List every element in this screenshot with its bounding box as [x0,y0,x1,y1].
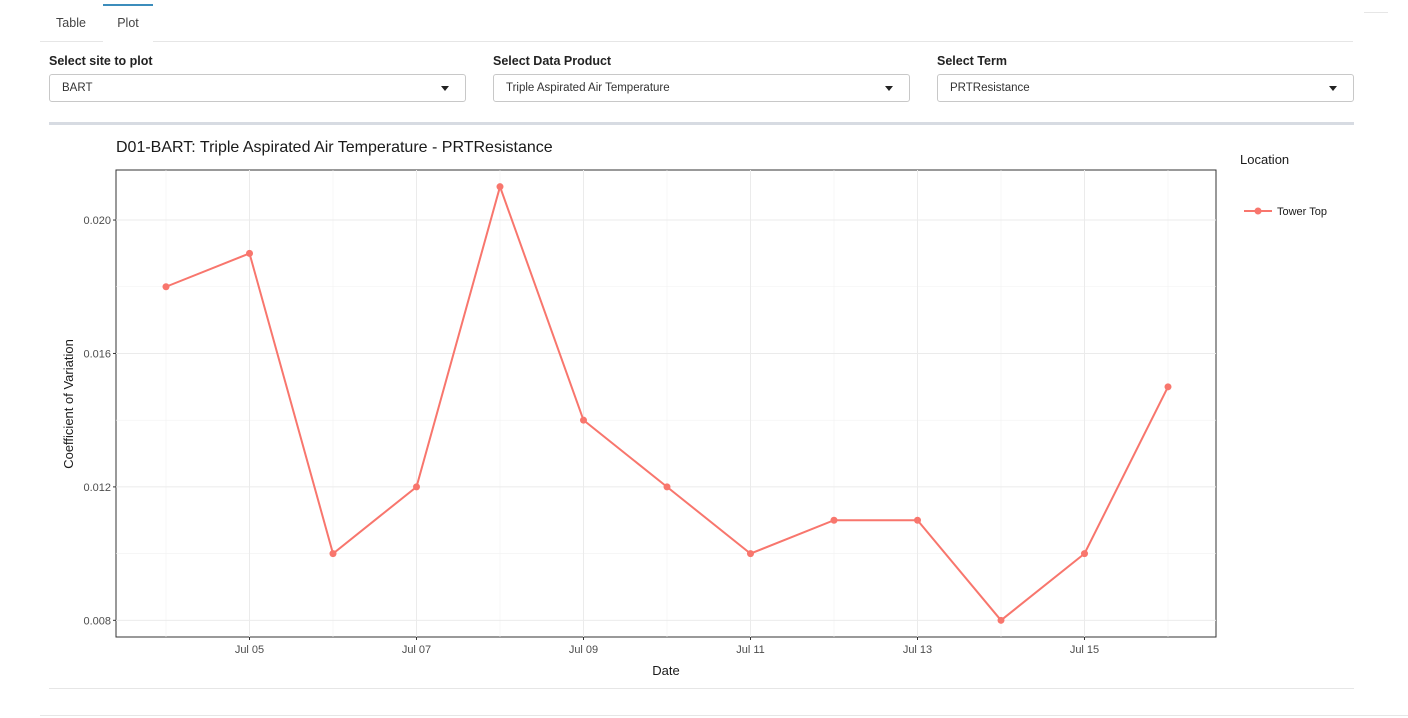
y-axis-label: Coefficient of Variation [61,339,76,469]
x-tick-label: Jul 15 [1070,644,1099,656]
data-point [329,550,337,558]
data-point [747,550,754,558]
y-tick-label: 0.012 [83,482,111,494]
data-point [1164,383,1172,391]
x-tick-label: Jul 07 [402,644,431,656]
data-point [997,616,1005,624]
data-point [413,483,420,491]
y-tick-label: 0.008 [83,615,111,627]
divider [40,715,1408,716]
data-point [580,416,587,424]
y-tick-label: 0.020 [83,215,111,227]
plot-panel [115,169,1217,638]
data-point [496,183,504,191]
data-point [830,516,838,524]
data-point [162,283,170,291]
x-tick-label: Jul 05 [235,644,264,656]
chart-title: D01-BART: Triple Aspirated Air Temperatu… [116,139,553,156]
x-tick-label: Jul 11 [736,644,765,656]
y-tick-label: 0.016 [83,348,111,360]
data-point [1081,550,1088,558]
x-axis-label: Date [652,663,679,678]
data-point [246,249,253,257]
legend-item-tower-top: Tower Top [1277,206,1327,218]
legend-key-point [1254,207,1262,215]
x-tick-label: Jul 13 [903,644,932,656]
data-point [914,516,921,524]
x-tick-label: Jul 09 [569,644,598,656]
line-chart: D01-BART: Triple Aspirated Air Temperatu… [61,139,1327,678]
data-point [663,483,671,491]
legend-title: Location [1240,152,1289,167]
divider [49,688,1354,689]
